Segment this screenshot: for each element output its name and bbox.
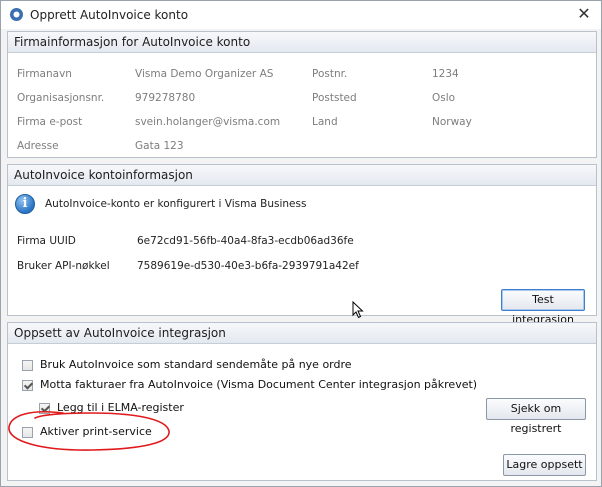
info-message: AutoInvoice-konto er konfigurert i Visma… [45,198,307,210]
company-email-label: Firma e-post [17,116,83,128]
country-label: Land [312,116,338,128]
org-number-label: Organisasjonsnr. [17,92,105,104]
use-as-default-label: Bruk AutoInvoice som standard sendemåte … [40,358,352,371]
postal-number-value: 1234 [432,68,459,80]
country-value: Norway [432,116,472,128]
postal-number-label: Postnr. [312,68,348,80]
postal-place-value: Oslo [432,92,456,104]
receive-invoices-checkbox[interactable] [22,380,33,391]
api-key-label: Bruker API-nøkkel [17,260,110,272]
company-info-panel: Firmainformasjon for AutoInvoice konto F… [7,31,597,158]
title-bar: Opprett AutoInvoice konto ✕ [1,1,601,29]
use-as-default-checkbox[interactable] [22,360,33,371]
address-label: Adresse [17,140,59,152]
test-integration-button[interactable]: Test integrasjon [501,289,585,326]
check-registered-button[interactable]: Sjekk om registrert [486,398,586,435]
window-title: Opprett AutoInvoice konto [30,8,189,22]
account-info-panel: AutoInvoice kontoinformasjon i AutoInvoi… [7,164,597,326]
app-icon [10,8,23,21]
annotation-circle [8,410,170,451]
company-email-value: svein.holanger@visma.com [135,116,281,128]
firm-uuid-value: 6e72cd91-56fb-40a4-8fa3-ecdb06ad36fe [137,235,354,247]
close-icon: ✕ [577,4,591,23]
api-key-value: 7589619e-d530-40e3-b6fa-2939791a42ef [137,260,359,272]
company-name-label: Firmanavn [17,68,72,80]
company-info-header: Firmainformasjon for AutoInvoice konto [8,32,596,53]
receive-invoices-label: Motta fakturaer fra AutoInvoice (Visma D… [40,378,478,391]
mouse-cursor-icon [352,301,364,319]
integration-setup-header: Oppsett av AutoInvoice integrasjon [8,323,596,344]
close-button[interactable]: ✕ [573,4,595,24]
address-value: Gata 123 [135,140,184,152]
org-number-value: 979278780 [135,92,196,104]
company-name-value: Visma Demo Organizer AS [135,68,274,80]
dialog-window: Opprett AutoInvoice konto ✕ Firmainforma… [0,0,602,487]
firm-uuid-label: Firma UUID [17,235,76,247]
save-settings-button[interactable]: Lagre oppsett [503,454,586,476]
account-info-header: AutoInvoice kontoinformasjon [8,165,596,186]
postal-place-label: Poststed [312,92,357,104]
info-icon: i [15,194,35,214]
